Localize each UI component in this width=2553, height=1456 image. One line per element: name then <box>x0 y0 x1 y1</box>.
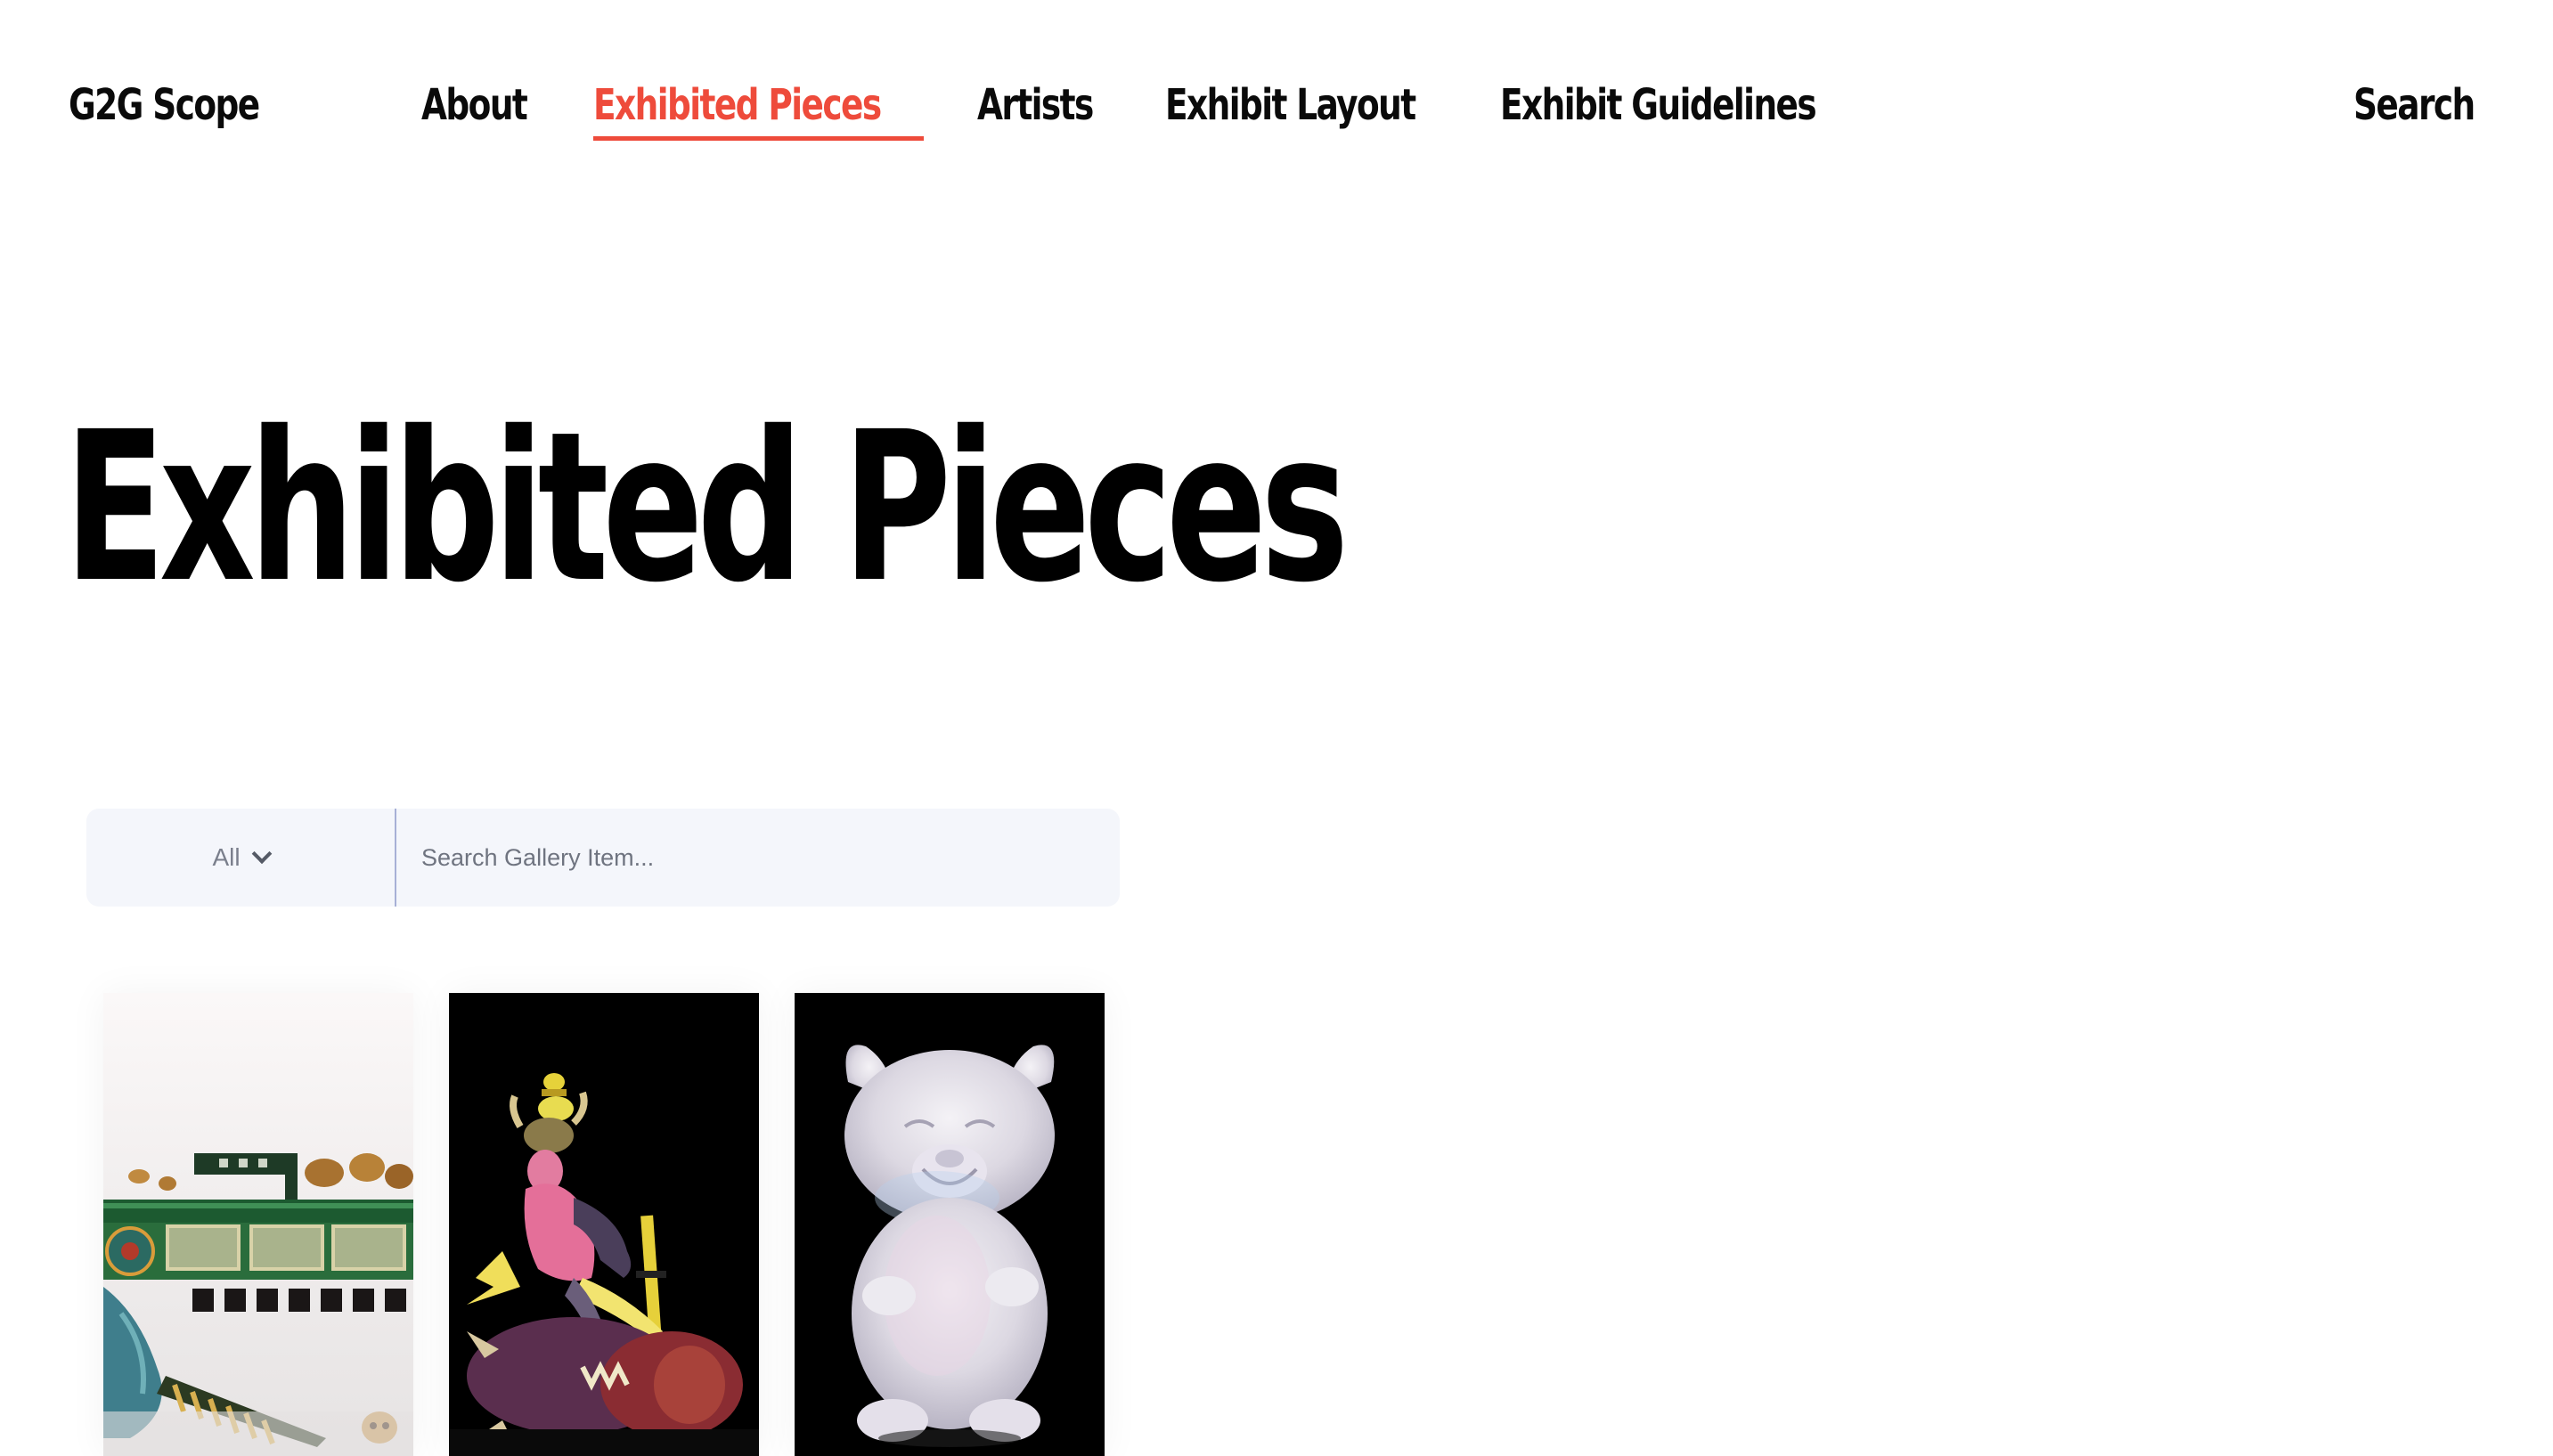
nav-item-exhibited-pieces[interactable]: Exhibited Pieces <box>593 73 882 137</box>
gallery-grid <box>69 980 1120 1456</box>
gallery-filter-bar: All <box>86 809 1120 907</box>
nav-item-artists[interactable]: Artists <box>977 73 1094 137</box>
nav-search-link[interactable]: Search <box>2353 73 2476 137</box>
bulldog-glass-sculpture-image <box>844 1045 1055 1447</box>
nav-item-about[interactable]: About <box>421 73 528 137</box>
filter-divider <box>395 809 396 907</box>
gallery-search-input[interactable] <box>398 809 1102 907</box>
brand-logo-link[interactable]: G2G Scope <box>69 73 260 137</box>
category-dropdown[interactable]: All <box>86 809 395 907</box>
nav-item-exhibit-guidelines[interactable]: Exhibit Guidelines <box>1500 73 1817 137</box>
warrior-glass-sculpture-image <box>449 1073 759 1456</box>
gallery-card[interactable] <box>449 993 759 1456</box>
category-dropdown-value: All <box>212 843 241 871</box>
active-nav-underline <box>593 136 924 141</box>
gallery-card[interactable] <box>103 993 413 1456</box>
chevron-down-icon <box>251 843 272 865</box>
page-title: Exhibited Pieces <box>64 387 1349 628</box>
gallery-card[interactable] <box>795 993 1105 1456</box>
green-glass-sculpture-image <box>103 1153 413 1456</box>
nav-item-exhibit-layout[interactable]: Exhibit Layout <box>1165 73 1416 137</box>
top-navigation: G2G Scope About Exhibited Pieces Artists… <box>0 0 2553 214</box>
